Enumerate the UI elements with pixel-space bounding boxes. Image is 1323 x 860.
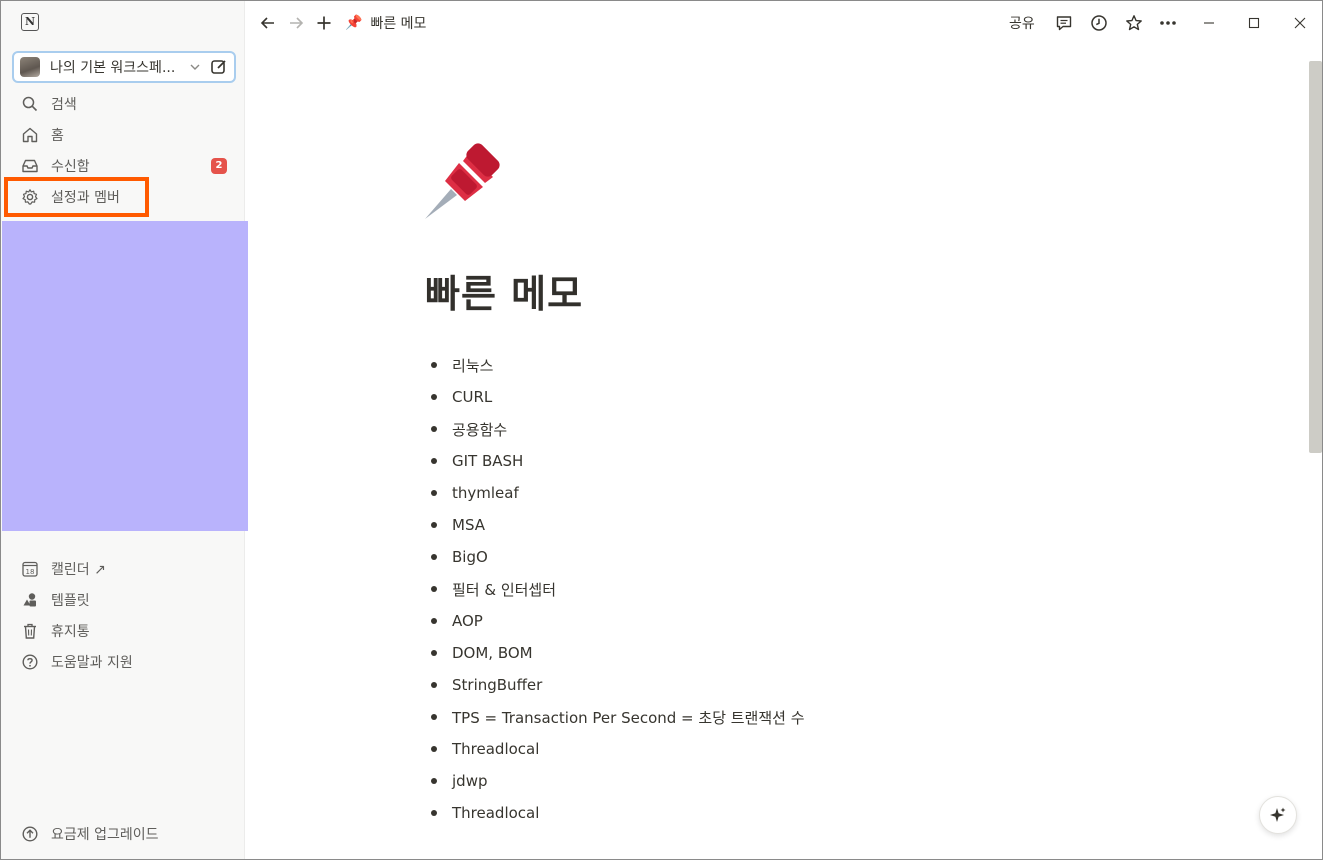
sidebar-item-label: 홈 [51, 128, 64, 144]
list-item[interactable]: 필터 & 인터셉터 [431, 573, 805, 605]
svg-text:18: 18 [26, 568, 35, 576]
topbar: 📌 빠른 메모 공유 [245, 1, 1322, 45]
sidebar-item-label: 휴지통 [51, 624, 90, 640]
window-minimize-button[interactable] [1198, 12, 1220, 34]
list-item[interactable]: jdwp [431, 765, 805, 797]
upgrade-plan-button[interactable]: 요금제 업그레이드 [13, 820, 235, 848]
close-icon [1294, 17, 1306, 29]
sidebar-item-search[interactable]: 검색 [13, 90, 235, 118]
templates-icon [23, 593, 36, 607]
page-title[interactable]: 빠른 메모 [425, 263, 583, 318]
plus-icon [317, 16, 331, 30]
list-item[interactable]: MSA [431, 509, 805, 541]
breadcrumb[interactable]: 📌 빠른 메모 [345, 13, 426, 33]
notion-logo-icon[interactable]: N [21, 13, 39, 31]
redaction-overlay [2, 221, 248, 531]
sidebar-item-label: 수신함 [51, 159, 90, 175]
sidebar-item-help[interactable]: 도움말과 지원 [13, 648, 235, 676]
sidebar-item-home[interactable]: 홈 [13, 121, 235, 149]
scrollbar-thumb[interactable] [1309, 61, 1322, 453]
breadcrumb-title: 빠른 메모 [370, 16, 427, 32]
sidebar-item-label: 설정과 멤버 [51, 190, 120, 206]
arrow-right-icon [290, 17, 304, 29]
unread-count-badge: 2 [211, 158, 227, 174]
app-window: N 나의 기본 워크스페... 검색 홈 수신함 2 설정과 멤버 18 캘린더… [0, 0, 1323, 860]
gear-icon [22, 189, 38, 205]
sidebar-item-label: 템플릿 [51, 593, 90, 609]
history-button[interactable] [1088, 12, 1110, 34]
upgrade-plan-label: 요금제 업그레이드 [51, 827, 159, 843]
list-item[interactable]: 공용함수 [431, 413, 805, 445]
sidebar-item-label: 도움말과 지원 [51, 655, 133, 671]
chevron-down-icon[interactable] [188, 60, 202, 74]
sidebar-item-inbox[interactable]: 수신함 2 [13, 152, 235, 180]
help-icon [22, 654, 38, 670]
share-button[interactable]: 공유 [1009, 13, 1035, 33]
list-item[interactable]: DOM, BOM [431, 637, 805, 669]
calendar-icon: 18 [22, 561, 38, 577]
sidebar-item-label: 캘린더 ↗ [51, 562, 106, 578]
window-close-button[interactable] [1289, 12, 1311, 34]
arrow-left-icon [260, 17, 274, 29]
sidebar-item-calendar[interactable]: 18 캘린더 ↗ [13, 555, 235, 583]
pushpin-icon[interactable] [421, 139, 507, 225]
list-item[interactable]: 리눅스 [431, 349, 805, 381]
new-tab-button[interactable] [313, 12, 335, 34]
ai-assistant-button[interactable] [1259, 796, 1297, 834]
workspace-avatar [20, 57, 40, 77]
list-item[interactable]: CURL [431, 381, 805, 413]
more-horizontal-icon [1160, 21, 1176, 25]
list-item[interactable]: TPS = Transaction Per Second = 초당 트랜잭션 수 [431, 701, 805, 733]
star-icon [1126, 15, 1142, 31]
clock-icon [1091, 15, 1107, 31]
back-button[interactable] [257, 12, 279, 34]
list-item[interactable]: AOP [431, 605, 805, 637]
list-item[interactable]: Threadlocal [431, 733, 805, 765]
maximize-icon [1248, 17, 1260, 29]
sidebar-item-trash[interactable]: 휴지통 [13, 617, 235, 645]
workspace-name: 나의 기본 워크스페... [50, 60, 176, 76]
sidebar-item-label: 검색 [51, 97, 77, 113]
list-item[interactable]: Threadlocal [431, 797, 805, 829]
favorite-button[interactable] [1123, 12, 1145, 34]
comments-button[interactable] [1053, 12, 1075, 34]
trash-icon [24, 623, 36, 639]
sparkle-icon [1270, 807, 1286, 822]
list-item[interactable]: StringBuffer [431, 669, 805, 701]
forward-button[interactable] [285, 12, 307, 34]
list-item[interactable]: thymleaf [431, 477, 805, 509]
minimize-icon [1204, 22, 1214, 24]
pushpin-icon: 📌 [345, 15, 363, 31]
comment-icon [1056, 16, 1072, 31]
bullet-list: 리눅스 CURL 공용함수 GIT BASH thymleaf MSA BigO… [431, 349, 805, 829]
home-icon [22, 127, 38, 143]
upgrade-arrow-icon [22, 826, 38, 842]
search-icon [22, 96, 38, 112]
new-page-icon[interactable] [210, 58, 228, 76]
more-options-button[interactable] [1157, 12, 1179, 34]
sidebar-item-settings[interactable]: 설정과 멤버 [13, 183, 235, 211]
inbox-icon [22, 159, 38, 173]
workspace-switcher[interactable]: 나의 기본 워크스페... [12, 51, 236, 83]
list-item[interactable]: BigO [431, 541, 805, 573]
list-item[interactable]: GIT BASH [431, 445, 805, 477]
sidebar-item-templates[interactable]: 템플릿 [13, 586, 235, 614]
window-maximize-button[interactable] [1243, 12, 1265, 34]
